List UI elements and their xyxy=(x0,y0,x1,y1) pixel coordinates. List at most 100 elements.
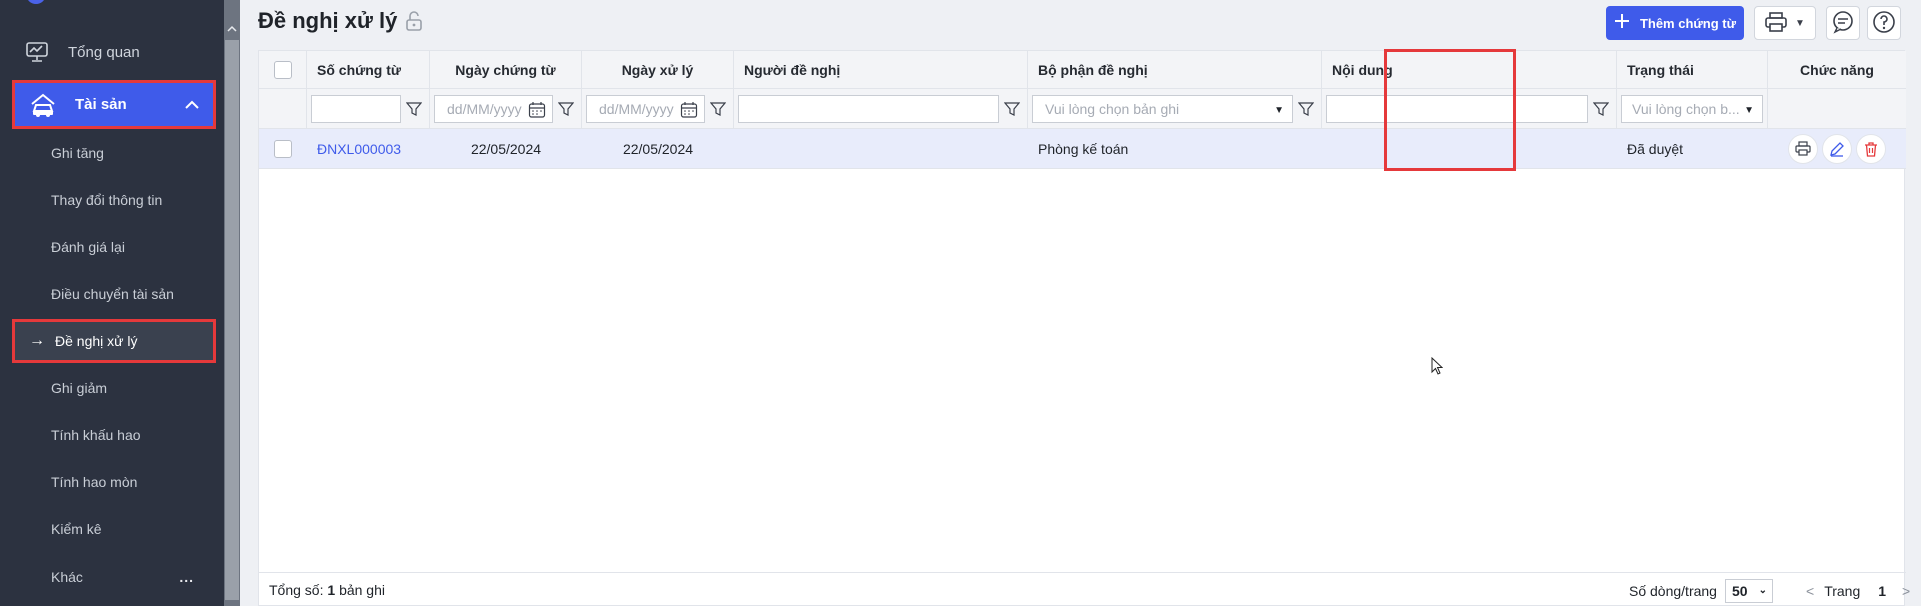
filter-content-input[interactable] xyxy=(1326,95,1588,123)
sidebar-item-transfer[interactable]: Điều chuyển tài sản xyxy=(51,271,221,317)
sidebar-item-revaluation[interactable]: Đánh giá lại xyxy=(51,224,221,270)
column-header-process-date[interactable]: Ngày xử lý xyxy=(582,51,734,89)
date-placeholder: dd/MM/yyyy xyxy=(447,101,522,117)
print-row-button[interactable] xyxy=(1788,134,1818,164)
rows-per-page-label: Số dòng/trang xyxy=(1629,582,1717,599)
sidebar-item-overview[interactable]: Tổng quan xyxy=(24,29,214,75)
sidebar-item-inventory[interactable]: Kiểm kê xyxy=(51,506,221,552)
unlock-icon[interactable] xyxy=(405,11,423,31)
filter-cell-status: Vui lòng chọn b... ▼ xyxy=(1617,89,1768,129)
prev-page-button[interactable]: < xyxy=(1806,583,1814,599)
cell-doc-date: 22/05/2024 xyxy=(470,141,542,157)
sidebar-item-change-info[interactable]: Thay đổi thông tin xyxy=(51,177,221,223)
scroll-up-icon[interactable] xyxy=(226,24,238,36)
sidebar-item-amortization[interactable]: Tính hao mòn xyxy=(51,459,221,505)
sidebar-item-decrease[interactable]: Ghi giảm xyxy=(51,365,221,411)
sidebar-item-depreciation[interactable]: Tính khấu hao xyxy=(51,412,221,458)
filter-cell-requester xyxy=(734,89,1028,129)
sidebar-item-label: Ghi tăng xyxy=(51,145,104,161)
cell-content xyxy=(1322,129,1617,169)
filter-icon[interactable] xyxy=(555,95,577,123)
edit-row-button[interactable] xyxy=(1822,134,1852,164)
row-checkbox[interactable] xyxy=(274,140,292,158)
filter-cell-content xyxy=(1322,89,1617,129)
column-header-requester[interactable]: Người đề nghị xyxy=(734,51,1028,89)
filter-row: dd/MM/yyyy dd/MM/yyyy Vui lòng chọn bản … xyxy=(259,89,1906,129)
sidebar-item-increase[interactable]: Ghi tăng xyxy=(51,130,221,176)
sidebar-item-disposal-request[interactable]: → Đề nghị xử lý xyxy=(12,319,216,363)
filter-doc-no-input[interactable] xyxy=(311,95,401,123)
sidebar-item-label: Đề nghị xử lý xyxy=(55,333,138,349)
total-count: 1 xyxy=(327,582,336,598)
rows-per-page-select[interactable]: 50 ⌄ xyxy=(1724,578,1773,603)
sidebar-item-label: Thay đổi thông tin xyxy=(51,192,163,208)
next-page-button[interactable]: > xyxy=(1902,583,1910,599)
column-header-actions: Chức năng xyxy=(1800,62,1874,78)
column-header-content[interactable]: Nội dung xyxy=(1322,51,1617,89)
filter-cell-empty xyxy=(1768,89,1906,129)
more-icon[interactable]: ... xyxy=(179,569,194,585)
cell-actions xyxy=(1768,129,1906,169)
data-grid: Số chứng từ Ngày chứng từ Ngày xử lý Ngư… xyxy=(258,49,1910,606)
column-header-doc-date[interactable]: Ngày chứng từ xyxy=(430,51,582,89)
filter-icon[interactable] xyxy=(1295,95,1317,123)
mouse-cursor-icon xyxy=(1431,357,1443,375)
date-placeholder: dd/MM/yyyy xyxy=(599,101,674,117)
filter-cell-process-date: dd/MM/yyyy xyxy=(582,89,734,129)
grid-footer: Tổng số: 1 bản ghi Số dòng/trang 50 ⌄ < … xyxy=(259,572,1910,606)
select-all-checkbox[interactable] xyxy=(273,61,292,79)
filter-status-select[interactable]: Vui lòng chọn b... ▼ xyxy=(1621,95,1763,123)
comment-icon xyxy=(1831,10,1855,37)
chevron-up-icon[interactable] xyxy=(185,98,199,112)
department-placeholder: Vui lòng chọn bản ghi xyxy=(1045,101,1180,117)
calendar-icon[interactable] xyxy=(680,101,698,122)
cell-process-date: 22/05/2024 xyxy=(622,141,694,157)
filter-icon[interactable] xyxy=(1590,95,1612,123)
delete-row-button[interactable] xyxy=(1856,134,1886,164)
sidebar-item-assets[interactable]: Tài sản xyxy=(12,80,216,129)
column-header-status[interactable]: Trạng thái xyxy=(1617,51,1768,89)
total-unit: bản ghi xyxy=(339,582,385,598)
filter-icon[interactable] xyxy=(707,95,729,123)
total-records: Tổng số: 1 bản ghi xyxy=(269,582,385,598)
page-title-text: Đề nghị xử lý xyxy=(258,8,398,33)
pagination: < Trang 1 > xyxy=(1806,573,1910,606)
sidebar-item-other[interactable]: Khác ... xyxy=(51,554,216,600)
filter-doc-date-input[interactable]: dd/MM/yyyy xyxy=(434,95,553,123)
column-header-department[interactable]: Bộ phận đề nghị xyxy=(1028,51,1322,89)
column-header-doc-no[interactable]: Số chứng từ xyxy=(307,51,430,89)
sidebar-item-label: Tính khấu hao xyxy=(51,427,141,443)
table-row[interactable]: ĐNXL000003 22/05/2024 22/05/2024 Phòng k… xyxy=(259,129,1906,169)
filter-icon[interactable] xyxy=(403,95,425,123)
print-menu-button[interactable]: ▼ xyxy=(1754,6,1816,40)
sidebar-item-label: Tính hao mòn xyxy=(51,474,138,490)
help-button[interactable] xyxy=(1867,6,1901,40)
grid-header: Số chứng từ Ngày chứng từ Ngày xử lý Ngư… xyxy=(259,51,1906,89)
asset-icon xyxy=(29,91,57,119)
caret-down-icon: ▼ xyxy=(1795,17,1805,29)
sidebar-menu: Tổng quan Tài sản Ghi tăng Thay đổi thôn… xyxy=(0,0,224,606)
comment-button[interactable] xyxy=(1826,6,1860,40)
current-page[interactable]: 1 xyxy=(1878,583,1886,599)
rows-per-page-value: 50 xyxy=(1731,582,1748,599)
sidebar-item-label: Tài sản xyxy=(75,96,127,113)
dashboard-icon xyxy=(24,39,50,65)
header-checkbox-cell xyxy=(259,51,307,89)
cell-doc-no: ĐNXL000003 xyxy=(307,129,430,169)
doc-no-link[interactable]: ĐNXL000003 xyxy=(317,141,401,157)
sidebar: Tổng quan Tài sản Ghi tăng Thay đổi thôn… xyxy=(0,0,224,606)
add-document-label: Thêm chứng từ xyxy=(1639,15,1737,31)
filter-process-date-input[interactable]: dd/MM/yyyy xyxy=(586,95,705,123)
filter-department-select[interactable]: Vui lòng chọn bản ghi ▼ xyxy=(1032,95,1293,123)
calendar-icon[interactable] xyxy=(528,101,546,122)
add-document-button[interactable]: Thêm chứng từ xyxy=(1606,6,1744,40)
filter-icon[interactable] xyxy=(1001,95,1023,123)
sidebar-scrollbar-thumb[interactable] xyxy=(225,40,239,600)
row-checkbox-cell xyxy=(259,129,307,169)
page-title: Đề nghị xử lý xyxy=(258,8,423,34)
sidebar-item-label: Kiểm kê xyxy=(51,521,102,537)
main-content: Đề nghị xử lý Thêm chứng từ ▼ Số chứng t… xyxy=(240,0,1921,606)
cell-status: Đã duyệt xyxy=(1627,141,1684,157)
filter-requester-input[interactable] xyxy=(738,95,999,123)
sidebar-item-label: Ghi giảm xyxy=(51,380,108,396)
